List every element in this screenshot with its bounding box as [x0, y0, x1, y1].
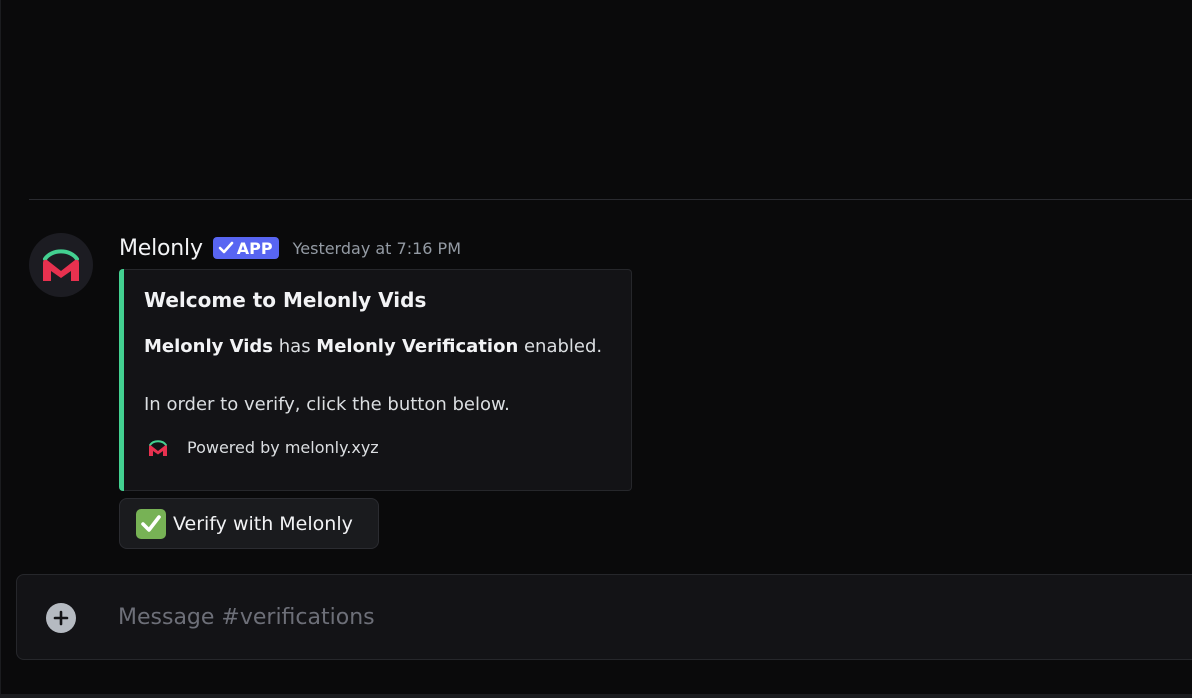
melonly-logo-icon	[43, 249, 79, 281]
app-badge: APP	[212, 237, 279, 259]
checkmark-icon	[218, 241, 234, 254]
embed-title: Welcome to Melonly Vids	[144, 288, 427, 312]
plus-circle-icon[interactable]	[46, 603, 76, 633]
server-name: Melonly Vids	[144, 336, 274, 357]
message-input[interactable]	[118, 597, 1018, 637]
embed-card: Welcome to Melonly Vids Melonly Vids has…	[119, 269, 632, 491]
message-header: Melonly APP Yesterday at 7:16 PM	[119, 233, 461, 263]
melonly-logo-icon	[149, 439, 167, 456]
message-divider	[29, 199, 1192, 200]
username[interactable]: Melonly	[119, 236, 203, 261]
verify-button[interactable]: Verify with Melonly	[119, 498, 379, 549]
embed-footer: Powered by melonly.xyz	[148, 438, 379, 457]
verify-button-label: Verify with Melonly	[173, 512, 353, 535]
avatar[interactable]	[29, 233, 93, 297]
chat-view: Melonly APP Yesterday at 7:16 PM Welcome…	[0, 0, 1192, 698]
description-middle: has	[273, 336, 317, 357]
embed-description-line1: Melonly Vids has Melonly Verification en…	[144, 336, 602, 357]
message-composer	[16, 574, 1192, 660]
left-border	[0, 0, 1, 698]
embed-accent-stripe	[119, 269, 124, 491]
description-end: enabled.	[518, 336, 603, 357]
app-badge-label: APP	[236, 238, 273, 258]
embed-footer-text: Powered by melonly.xyz	[187, 438, 379, 457]
bottom-edge	[0, 694, 1192, 698]
timestamp[interactable]: Yesterday at 7:16 PM	[293, 239, 461, 258]
check-mark-button-icon	[136, 508, 166, 539]
embed-description-line2: In order to verify, click the button bel…	[144, 394, 510, 415]
feature-name: Melonly Verification	[316, 336, 519, 357]
